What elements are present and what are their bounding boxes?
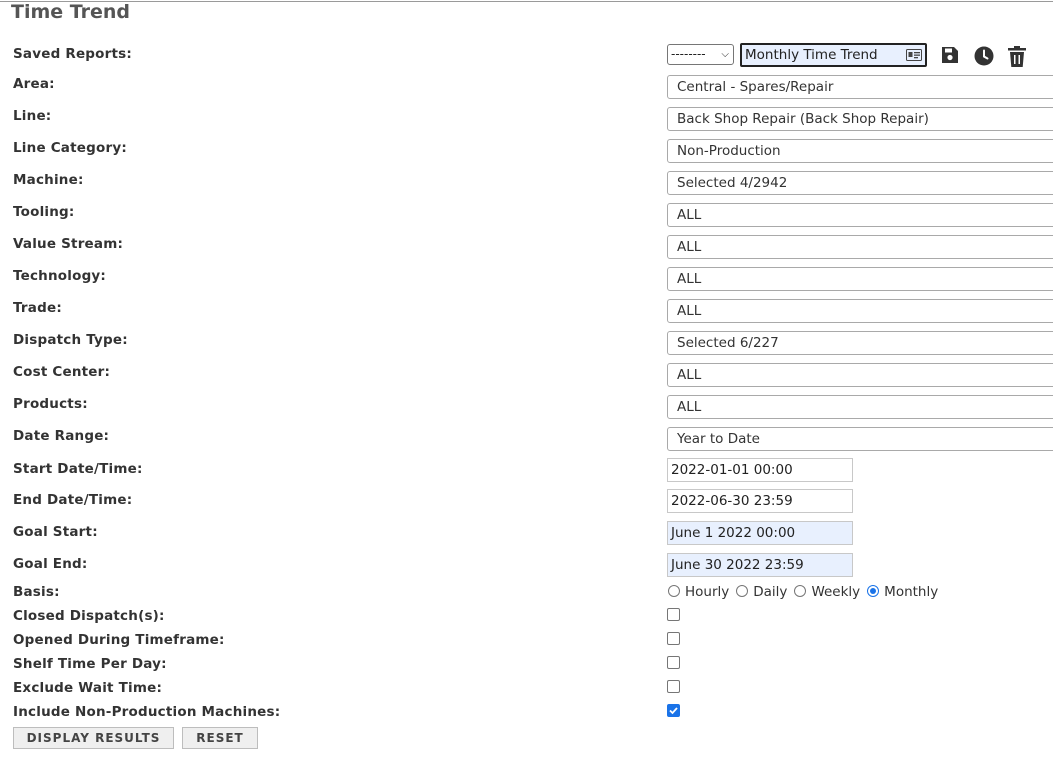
machine-label: Machine: [13, 172, 84, 188]
basis-monthly-radio[interactable] [867, 585, 880, 597]
trade-label: Trade: [13, 300, 62, 316]
include-non-production-label: Include Non-Production Machines: [13, 704, 281, 720]
goal-end-label: Goal End: [13, 556, 88, 572]
basis-monthly-label[interactable]: Monthly [884, 584, 938, 600]
goal-end-input[interactable]: June 30 2022 23:59 [667, 553, 853, 577]
tooling-select[interactable]: ALL [667, 203, 1053, 227]
checkmark-icon [669, 707, 678, 715]
clock-icon[interactable] [974, 46, 994, 66]
line-label: Line: [13, 108, 52, 124]
cost-center-label: Cost Center: [13, 364, 111, 380]
dispatch-type-label: Dispatch Type: [13, 332, 128, 348]
machine-select[interactable]: Selected 4/2942 [667, 171, 1053, 195]
basis-daily-label[interactable]: Daily [753, 584, 787, 600]
opened-during-timeframe-label: Opened During Timeframe: [13, 632, 225, 648]
tooling-label: Tooling: [13, 204, 75, 220]
opened-during-timeframe-checkbox[interactable] [667, 632, 680, 645]
cost-center-select[interactable]: ALL [667, 363, 1053, 387]
contact-card-icon[interactable] [906, 49, 922, 61]
basis-hourly-label[interactable]: Hourly [685, 584, 729, 600]
products-select[interactable]: ALL [667, 395, 1053, 419]
goal-start-input[interactable]: June 1 2022 00:00 [667, 521, 853, 545]
shelf-time-per-day-label: Shelf Time Per Day: [13, 656, 167, 672]
value-stream-select[interactable]: ALL [667, 235, 1053, 259]
basis-label: Basis: [13, 584, 60, 600]
basis-radio-group: Hourly Daily Weekly Monthly [667, 584, 944, 600]
saved-reports-select[interactable]: -------- ⌵ [667, 44, 734, 65]
date-range-select[interactable]: Year to Date [667, 427, 1053, 451]
end-date-input[interactable]: 2022-06-30 23:59 [667, 489, 853, 513]
shelf-time-per-day-checkbox[interactable] [667, 656, 680, 669]
reset-button[interactable]: RESET [182, 727, 258, 749]
line-category-label: Line Category: [13, 140, 127, 156]
basis-weekly-radio[interactable] [794, 585, 807, 597]
trash-icon[interactable] [1008, 46, 1026, 67]
line-category-select[interactable]: Non-Production [667, 139, 1053, 163]
start-date-input[interactable]: 2022-01-01 00:00 [667, 458, 853, 482]
basis-hourly-radio[interactable] [668, 585, 680, 597]
technology-label: Technology: [13, 268, 107, 284]
line-select[interactable]: Back Shop Repair (Back Shop Repair) [667, 107, 1053, 131]
save-icon[interactable] [941, 46, 959, 64]
basis-daily-radio[interactable] [736, 585, 749, 597]
chevron-down-icon: ⌵ [721, 49, 729, 60]
products-label: Products: [13, 396, 88, 412]
exclude-wait-time-label: Exclude Wait Time: [13, 680, 163, 696]
exclude-wait-time-checkbox[interactable] [667, 680, 680, 693]
date-range-label: Date Range: [13, 428, 110, 444]
value-stream-label: Value Stream: [13, 236, 124, 252]
goal-start-label: Goal Start: [13, 524, 98, 540]
area-select[interactable]: Central - Spares/Repair [667, 75, 1053, 99]
closed-dispatch-checkbox[interactable] [667, 608, 680, 621]
top-divider [0, 1, 1053, 2]
include-non-production-checkbox[interactable] [667, 704, 680, 717]
dispatch-type-select[interactable]: Selected 6/227 [667, 331, 1053, 355]
trade-select[interactable]: ALL [667, 299, 1053, 323]
end-date-label: End Date/Time: [13, 492, 133, 508]
saved-reports-select-value: -------- [671, 47, 706, 61]
start-date-label: Start Date/Time: [13, 461, 143, 477]
display-results-button[interactable]: DISPLAY RESULTS [13, 727, 174, 749]
report-name-value: Monthly Time Trend [745, 47, 878, 63]
area-label: Area: [13, 76, 55, 92]
closed-dispatch-label: Closed Dispatch(s): [13, 608, 165, 624]
page-title: Time Trend [11, 1, 131, 23]
saved-reports-label: Saved Reports: [13, 46, 132, 62]
technology-select[interactable]: ALL [667, 267, 1053, 291]
basis-weekly-label[interactable]: Weekly [811, 584, 860, 600]
report-name-input[interactable]: Monthly Time Trend [740, 43, 927, 67]
